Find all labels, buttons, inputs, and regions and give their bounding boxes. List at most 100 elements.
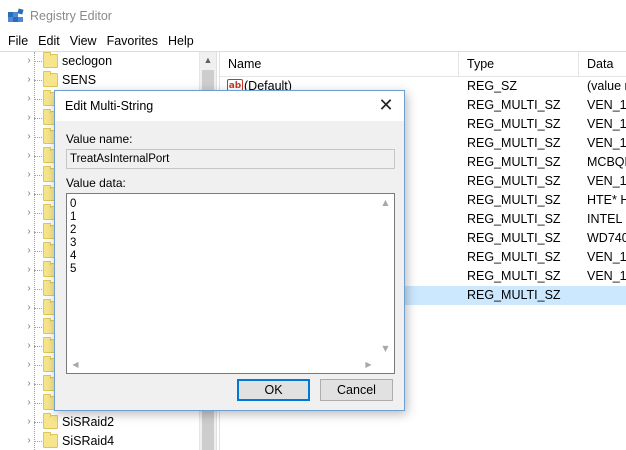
value-data-cell: VEN_10 [587, 117, 626, 131]
chevron-right-icon[interactable]: › [24, 226, 34, 238]
ok-button[interactable]: OK [237, 379, 310, 401]
chevron-right-icon[interactable]: › [24, 93, 34, 105]
chevron-right-icon[interactable]: › [24, 188, 34, 200]
value-type-cell: REG_MULTI_SZ [467, 250, 561, 264]
tree-branch-line [34, 80, 42, 81]
chevron-right-icon[interactable]: › [24, 435, 34, 447]
chevron-right-icon[interactable]: › [24, 302, 34, 314]
chevron-right-icon[interactable]: › [24, 131, 34, 143]
value-data-cell: INTEL S [587, 212, 626, 226]
value-data-text[interactable]: 0 1 2 3 4 5 [70, 198, 375, 276]
tree-item[interactable]: › SiSRaid4 [0, 432, 199, 450]
menu-view[interactable]: View [66, 31, 101, 51]
value-type-cell: REG_MULTI_SZ [467, 117, 561, 131]
tree-branch-line [34, 137, 42, 138]
chevron-right-icon[interactable]: › [24, 283, 34, 295]
value-data-cell: (value n [587, 79, 626, 93]
chevron-right-icon[interactable]: › [24, 169, 34, 181]
tree-branch-line [34, 270, 42, 271]
value-type-cell: REG_MULTI_SZ [467, 98, 561, 112]
value-type-cell: REG_MULTI_SZ [467, 193, 561, 207]
tree-branch-line [34, 213, 42, 214]
data-vertical-scrollbar[interactable]: ▲ ▼ [377, 194, 394, 357]
close-icon[interactable]: ✕ [368, 91, 404, 121]
dialog-title-bar: Edit Multi-String ✕ [55, 91, 404, 121]
tree-branch-line [34, 61, 42, 62]
menu-help[interactable]: Help [164, 31, 198, 51]
menu-file[interactable]: File [4, 31, 32, 51]
tree-branch-line [34, 403, 42, 404]
value-type-cell: REG_MULTI_SZ [467, 136, 561, 150]
value-data-cell: HTE* H [587, 193, 626, 207]
value-name-label: Value name: [66, 132, 133, 146]
tree-branch-line [34, 384, 42, 385]
tree-branch-line [34, 194, 42, 195]
scroll-up-icon[interactable]: ▲ [377, 194, 394, 211]
tree-branch-line [34, 251, 42, 252]
tree-branch-line [34, 118, 42, 119]
value-type-cell: REG_MULTI_SZ [467, 269, 561, 283]
tree-item[interactable]: › SENS [0, 71, 199, 90]
chevron-right-icon[interactable]: › [24, 378, 34, 390]
chevron-right-icon[interactable]: › [24, 264, 34, 276]
chevron-right-icon[interactable]: › [24, 397, 34, 409]
tree-item[interactable]: › SiSRaid2 [0, 413, 199, 432]
tree-branch-line [34, 99, 42, 100]
value-data-cell [587, 286, 626, 305]
value-type-cell: REG_MULTI_SZ [467, 231, 561, 245]
value-data-cell: MCBQE [587, 155, 626, 169]
chevron-right-icon[interactable]: › [24, 359, 34, 371]
chevron-right-icon[interactable]: › [24, 207, 34, 219]
value-type-cell: REG_MULTI_SZ [467, 174, 561, 188]
menu-favorites[interactable]: Favorites [103, 31, 162, 51]
title-bar: Registry Editor [0, 0, 626, 31]
chevron-right-icon[interactable]: › [24, 321, 34, 333]
tree-item-label: SiSRaid4 [62, 434, 115, 448]
tree-branch-line [34, 441, 42, 442]
tree-branch-line [34, 289, 42, 290]
chevron-right-icon[interactable]: › [24, 150, 34, 162]
tree-branch-line [34, 346, 42, 347]
edit-multi-string-dialog: Edit Multi-String ✕ Value name: TreatAsI… [54, 90, 405, 411]
folder-icon [43, 432, 58, 448]
folder-icon [43, 52, 58, 68]
tree-branch-line [34, 156, 42, 157]
scroll-up-icon[interactable]: ▲ [200, 52, 216, 69]
value-data-cell: VEN_10 [587, 174, 626, 188]
tree-branch-line [34, 232, 42, 233]
chevron-right-icon[interactable]: › [24, 340, 34, 352]
registry-editor-icon [8, 8, 24, 22]
chevron-right-icon[interactable]: › [24, 245, 34, 257]
chevron-right-icon[interactable]: › [24, 74, 34, 86]
menu-edit[interactable]: Edit [34, 31, 64, 51]
column-header-data[interactable]: Data [579, 52, 626, 77]
tree-branch-line [34, 422, 42, 423]
scroll-right-icon[interactable]: ▶ [360, 356, 377, 373]
tree-branch-line [34, 365, 42, 366]
chevron-right-icon[interactable]: › [24, 55, 34, 67]
tree-branch-line [34, 175, 42, 176]
value-data-cell: WD740 [587, 231, 626, 245]
tree-branch-line [34, 308, 42, 309]
value-data-label: Value data: [66, 176, 126, 190]
dialog-title: Edit Multi-String [65, 99, 154, 113]
value-name-field: TreatAsInternalPort [66, 149, 395, 169]
data-horizontal-scrollbar[interactable]: ◀ ▶ [67, 356, 377, 373]
tree-guide-line [34, 52, 35, 450]
scroll-down-icon[interactable]: ▼ [377, 340, 394, 357]
value-data-cell: VEN_11 [587, 269, 626, 283]
value-data-cell: VEN_11 [587, 250, 626, 264]
tree-item[interactable]: › seclogon [0, 52, 199, 71]
chevron-right-icon[interactable]: › [24, 112, 34, 124]
column-header-type[interactable]: Type [459, 52, 579, 77]
value-type-cell: REG_MULTI_SZ [467, 288, 561, 302]
tree-item-label: seclogon [62, 54, 113, 68]
value-data-cell: VEN_10 [587, 136, 626, 150]
folder-icon [43, 71, 58, 87]
column-header-name[interactable]: Name [220, 52, 459, 77]
scroll-left-icon[interactable]: ◀ [67, 356, 84, 373]
cancel-button[interactable]: Cancel [320, 379, 393, 401]
value-data-textarea[interactable]: 0 1 2 3 4 5 ▲ ▼ ◀ ▶ [66, 193, 395, 374]
value-type-cell: REG_MULTI_SZ [467, 155, 561, 169]
chevron-right-icon[interactable]: › [24, 416, 34, 428]
